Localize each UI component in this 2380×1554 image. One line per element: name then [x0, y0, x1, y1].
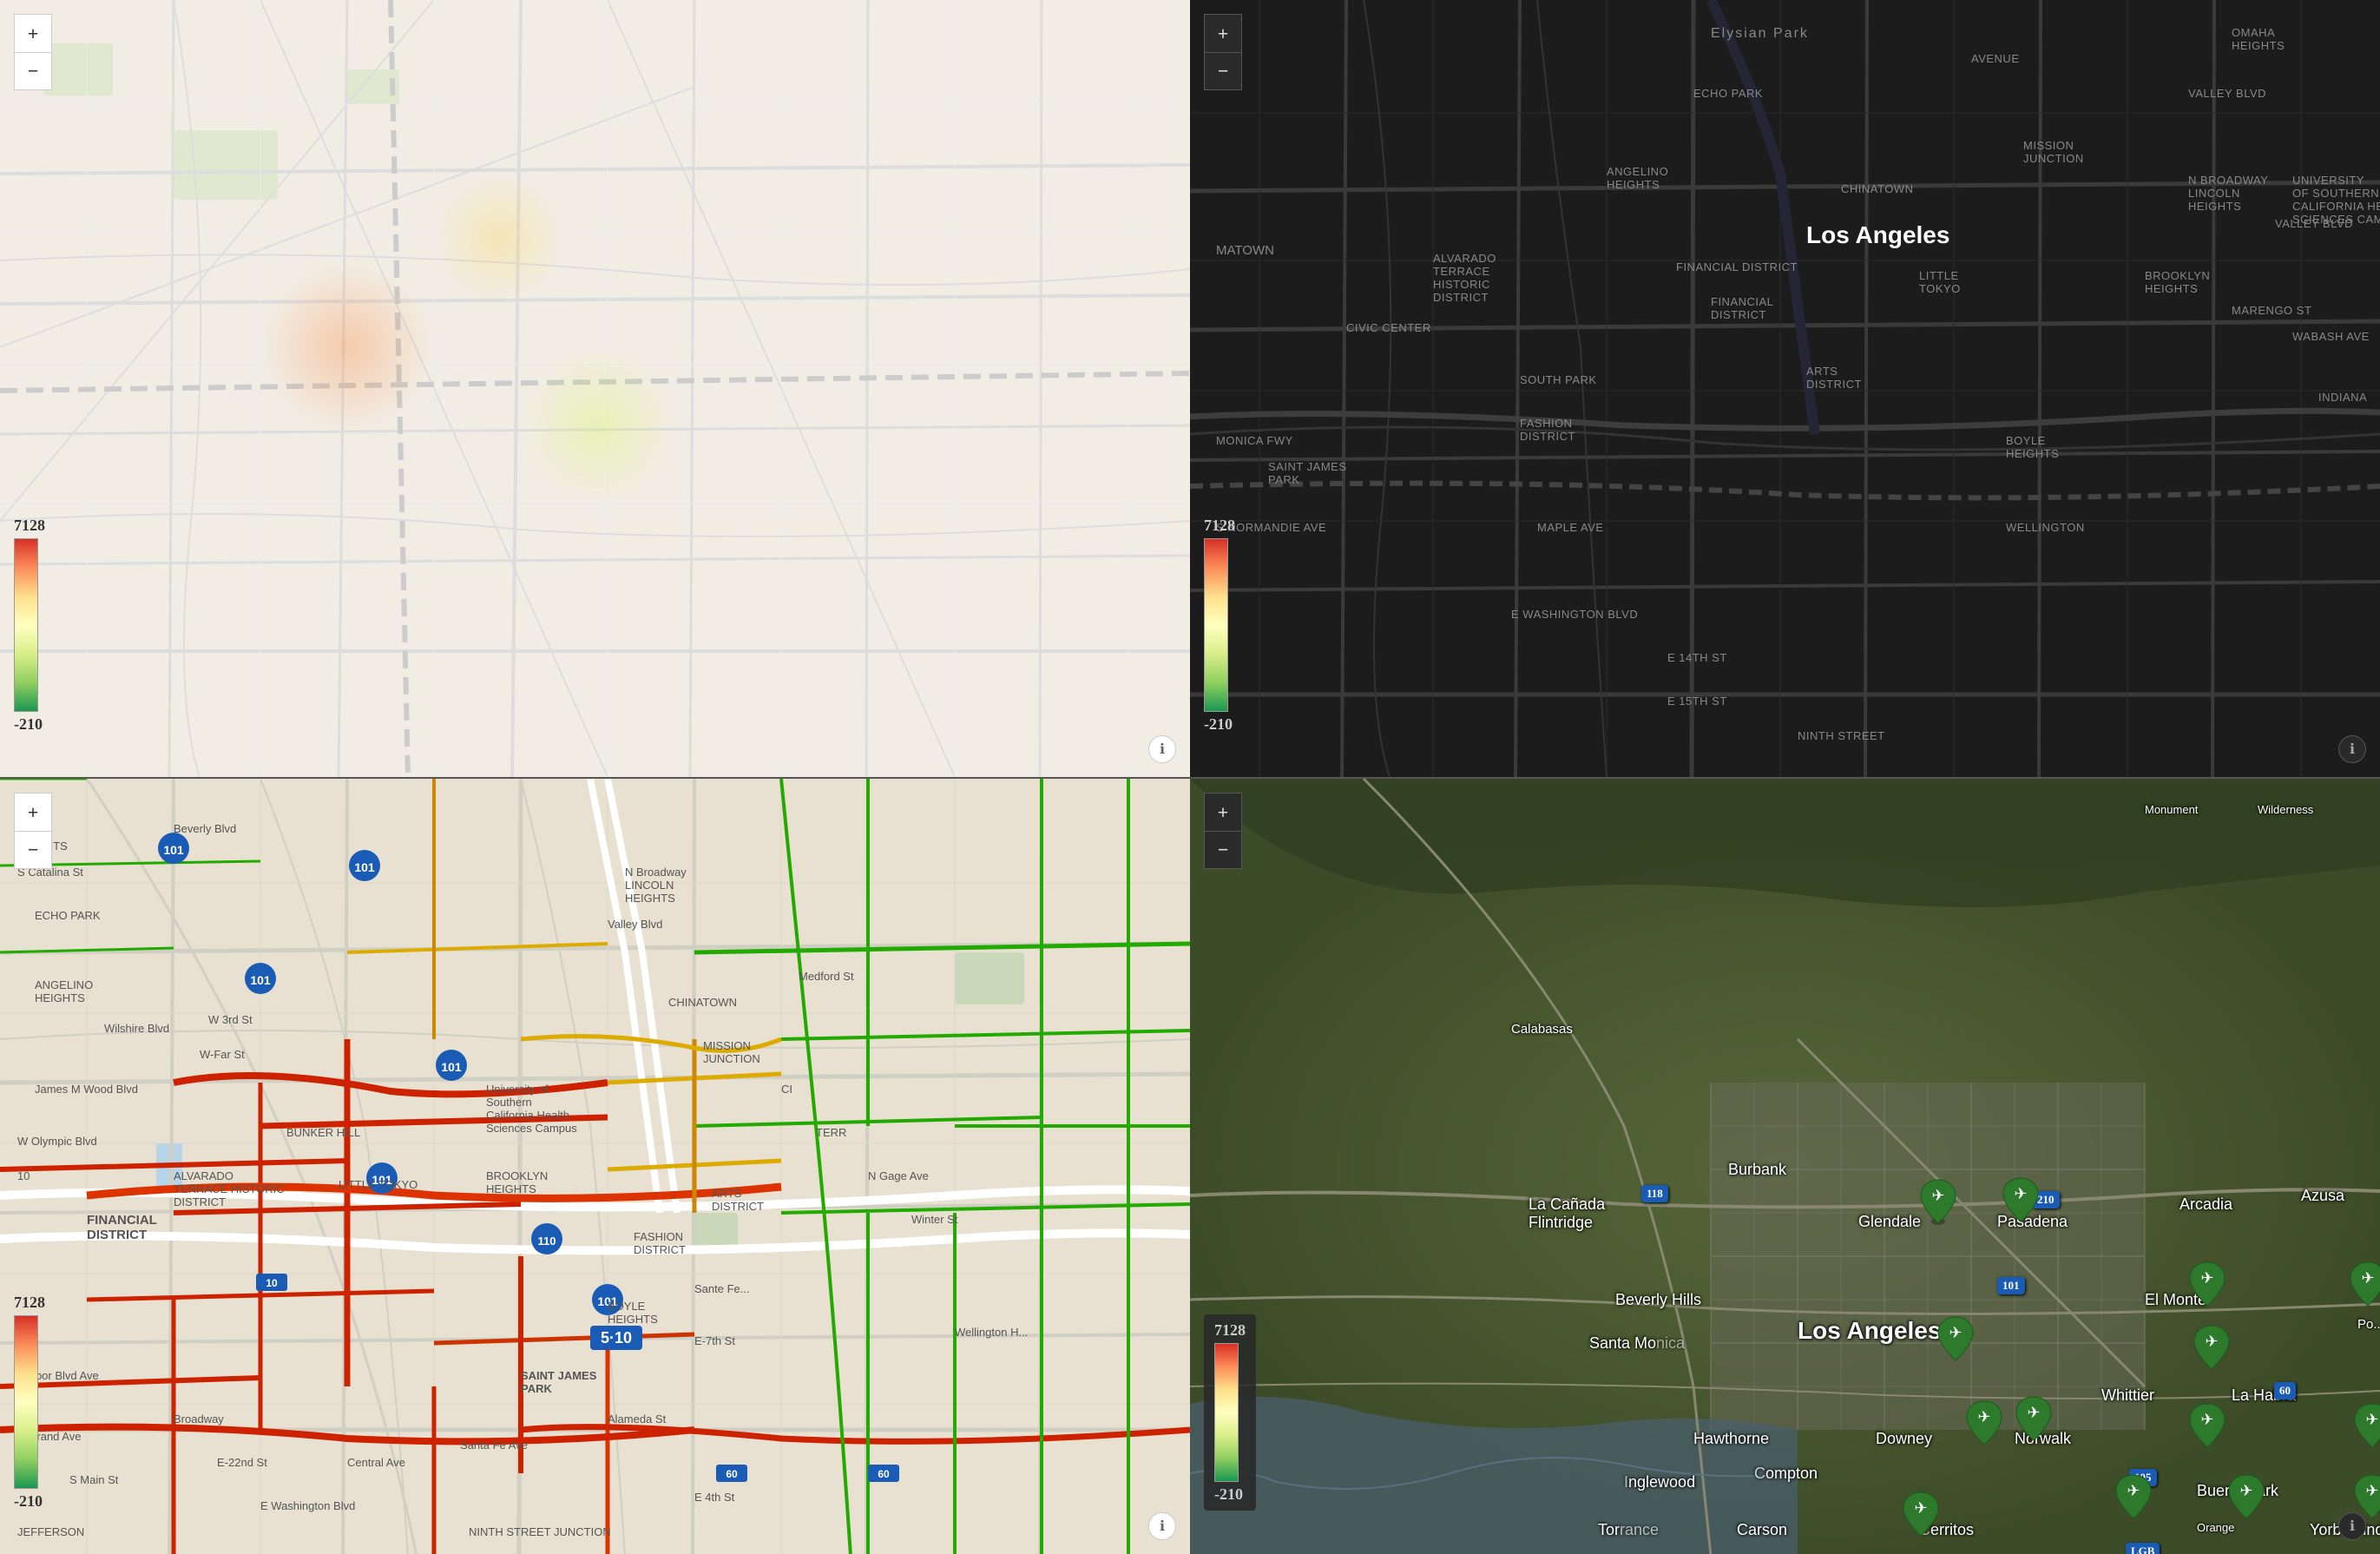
zoom-out-button-tl[interactable]: −	[14, 52, 52, 90]
legend-min-br: -210	[1214, 1485, 1246, 1504]
legend-min-tl: -210	[14, 715, 43, 734]
zoom-controls-bl: + −	[14, 793, 52, 869]
colorbar-bl	[14, 1315, 38, 1489]
svg-text:✈: ✈	[1949, 1324, 1962, 1341]
airport-pin-1: ✈	[1919, 1178, 1957, 1229]
svg-text:✈: ✈	[1977, 1408, 1990, 1426]
legend-min-tr: -210	[1204, 715, 1233, 734]
svg-text:✈: ✈	[2014, 1185, 2027, 1202]
svg-text:✈: ✈	[2127, 1482, 2140, 1499]
svg-text:✈: ✈	[2365, 1411, 2378, 1428]
legend-max-br: 7128	[1214, 1321, 1246, 1340]
colorbar-tl	[14, 538, 38, 712]
zoom-out-button-br[interactable]: −	[1204, 831, 1242, 869]
airport-pin-8: ✈	[2188, 1402, 2226, 1453]
colorbar-br	[1214, 1343, 1239, 1482]
airport-pin-14: ✈	[1902, 1491, 1940, 1542]
legend-tr: 7128 -210	[1204, 517, 1235, 734]
info-button-bl[interactable]: ℹ	[1148, 1512, 1176, 1540]
svg-text:✈: ✈	[1931, 1187, 1944, 1204]
hw-60: 60	[2274, 1382, 2296, 1399]
zoom-controls-br: + −	[1204, 793, 1242, 869]
legend-max-bl: 7128	[14, 1294, 45, 1312]
legend-tl: 7128 -210	[14, 517, 45, 734]
airport-pin-3: ✈	[1936, 1315, 1975, 1366]
zoom-out-button-bl[interactable]: −	[14, 831, 52, 869]
airport-pin-10: ✈	[2114, 1473, 2153, 1524]
svg-text:10: 10	[266, 1277, 278, 1289]
svg-text:✈: ✈	[2361, 1269, 2374, 1287]
hw-101: 101	[1997, 1277, 2025, 1294]
airport-pin-4: ✈	[1965, 1399, 2003, 1451]
svg-text:✈: ✈	[2239, 1482, 2252, 1499]
zoom-in-button-bl[interactable]: +	[14, 793, 52, 831]
zoom-controls-tl: + −	[14, 14, 52, 90]
svg-text:101: 101	[354, 860, 375, 874]
hw-118: 118	[1641, 1185, 1668, 1202]
panel-bottom-right: Monument Wilderness La CañadaFlintridge …	[1190, 777, 2380, 1554]
svg-text:101: 101	[250, 973, 271, 987]
panel-top-right: Elysian Park AVENUE OMAHAHEIGHTS ECHO PA…	[1190, 0, 2380, 777]
info-button-br[interactable]: ℹ	[2338, 1512, 2366, 1540]
svg-text:101: 101	[163, 843, 184, 857]
airport-pin-12: ✈	[2353, 1402, 2380, 1453]
info-button-tl[interactable]: ℹ	[1148, 735, 1176, 763]
svg-text:✈: ✈	[2200, 1411, 2213, 1428]
svg-text:101: 101	[371, 1173, 392, 1187]
svg-text:✈: ✈	[2365, 1482, 2378, 1499]
zoom-controls-tr: + −	[1204, 14, 1242, 90]
hw-lgb: LGB	[2126, 1543, 2160, 1554]
svg-text:✈: ✈	[1914, 1499, 1927, 1517]
colorbar-tr	[1204, 538, 1228, 712]
airport-pin-7: ✈	[2193, 1324, 2231, 1375]
zoom-out-button-tr[interactable]: −	[1204, 52, 1242, 90]
svg-text:60: 60	[878, 1468, 890, 1480]
zoom-in-button-br[interactable]: +	[1204, 793, 1242, 831]
svg-text:110: 110	[538, 1235, 556, 1248]
panel-top-left: + − 7128 -210 ℹ	[0, 0, 1190, 777]
zoom-in-button-tr[interactable]: +	[1204, 14, 1242, 52]
panel-bottom-left: 5·10 101 101 101 101 110 101 101 10 60 6…	[0, 777, 1190, 1554]
legend-max-tr: 7128	[1204, 517, 1235, 535]
svg-text:101: 101	[597, 1294, 618, 1308]
airport-pin-11: ✈	[2349, 1261, 2380, 1312]
legend-max-tl: 7128	[14, 517, 45, 535]
airport-pin-5: ✈	[2015, 1395, 2053, 1446]
info-button-tr[interactable]: ℹ	[2338, 735, 2366, 763]
svg-text:✈: ✈	[2027, 1404, 2040, 1421]
legend-bl: 7128 -210	[14, 1294, 45, 1511]
airport-pin-9: ✈	[2227, 1473, 2265, 1524]
legend-br: 7128 -210	[1204, 1314, 1256, 1511]
svg-text:60: 60	[726, 1468, 738, 1480]
zoom-in-button-tl[interactable]: +	[14, 14, 52, 52]
svg-text:✈: ✈	[2205, 1333, 2218, 1350]
svg-text:✈: ✈	[2200, 1269, 2213, 1287]
airport-pin-2: ✈	[2002, 1176, 2040, 1228]
legend-min-bl: -210	[14, 1492, 43, 1511]
svg-text:101: 101	[441, 1060, 462, 1074]
airport-pin-6: ✈	[2188, 1261, 2226, 1312]
svg-text:5·10: 5·10	[601, 1329, 632, 1347]
